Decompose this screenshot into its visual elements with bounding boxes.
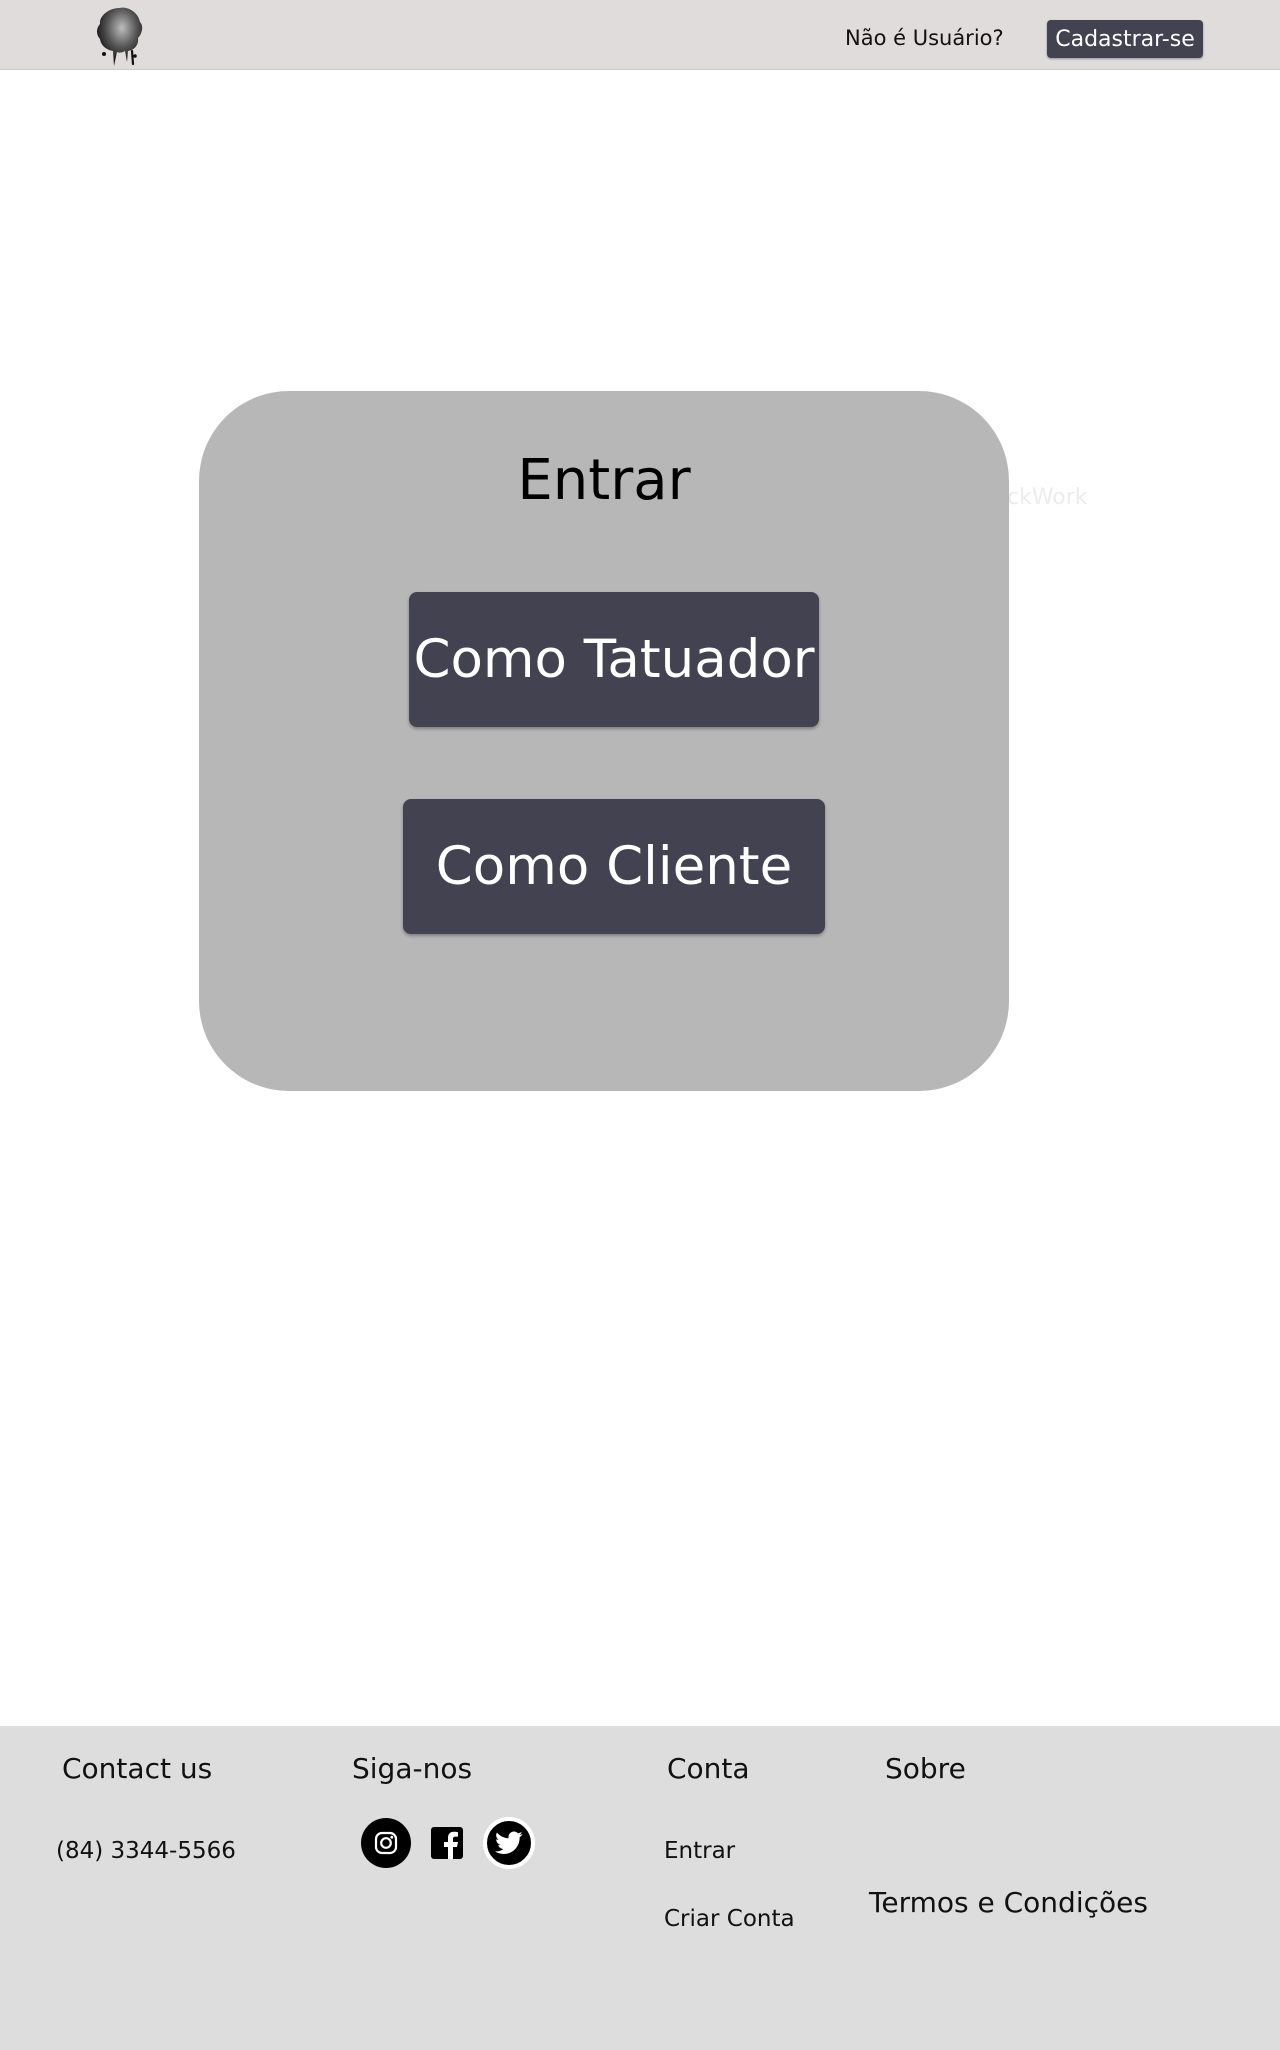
footer-login-link[interactable]: Entrar [664, 1838, 735, 1864]
login-card: Entrar Como Tatuador Como Cliente [199, 391, 1009, 1091]
account-heading: Conta [667, 1752, 750, 1785]
twitter-icon[interactable] [483, 1817, 535, 1869]
login-as-tattooist-button[interactable]: Como Tatuador [409, 592, 819, 727]
footer: Contact us (84) 3344-5566 Siga-nos Conta… [0, 1726, 1280, 2050]
footer-create-account-link[interactable]: Criar Conta [664, 1906, 795, 1932]
contact-phone: (84) 3344-5566 [56, 1838, 236, 1864]
login-as-client-button[interactable]: Como Cliente [403, 799, 825, 934]
contact-heading: Contact us [62, 1752, 213, 1785]
terms-link[interactable]: Termos e Condições [869, 1886, 1148, 1919]
tattoobook-logo[interactable] [92, 4, 146, 68]
social-heading: Siga-nos [352, 1752, 473, 1785]
background-faded-text: ckWork [1007, 485, 1088, 510]
instagram-icon[interactable] [361, 1818, 411, 1868]
signup-button[interactable]: Cadastrar-se [1047, 20, 1203, 58]
login-title: Entrar [517, 448, 691, 513]
facebook-icon[interactable] [431, 1827, 463, 1859]
not-user-text: Não é Usuário? [845, 26, 1004, 50]
about-heading: Sobre [885, 1752, 966, 1785]
top-nav-bar: Não é Usuário? Cadastrar-se [0, 0, 1280, 70]
